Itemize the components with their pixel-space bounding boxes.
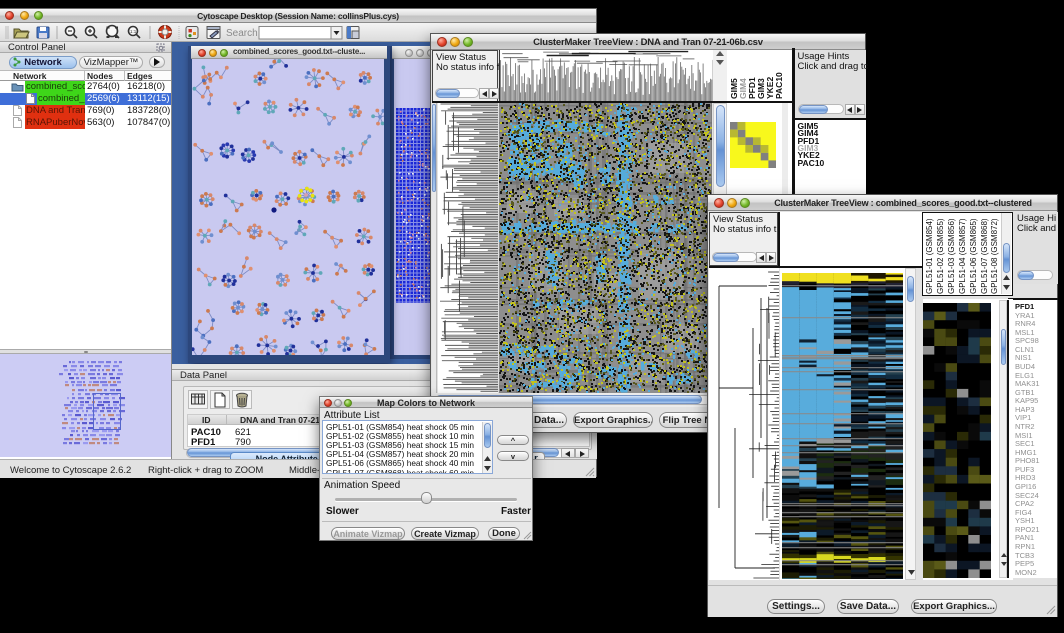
svg-text:1:1: 1:1 xyxy=(130,29,137,34)
svg-text:Search:: Search: xyxy=(226,28,260,39)
